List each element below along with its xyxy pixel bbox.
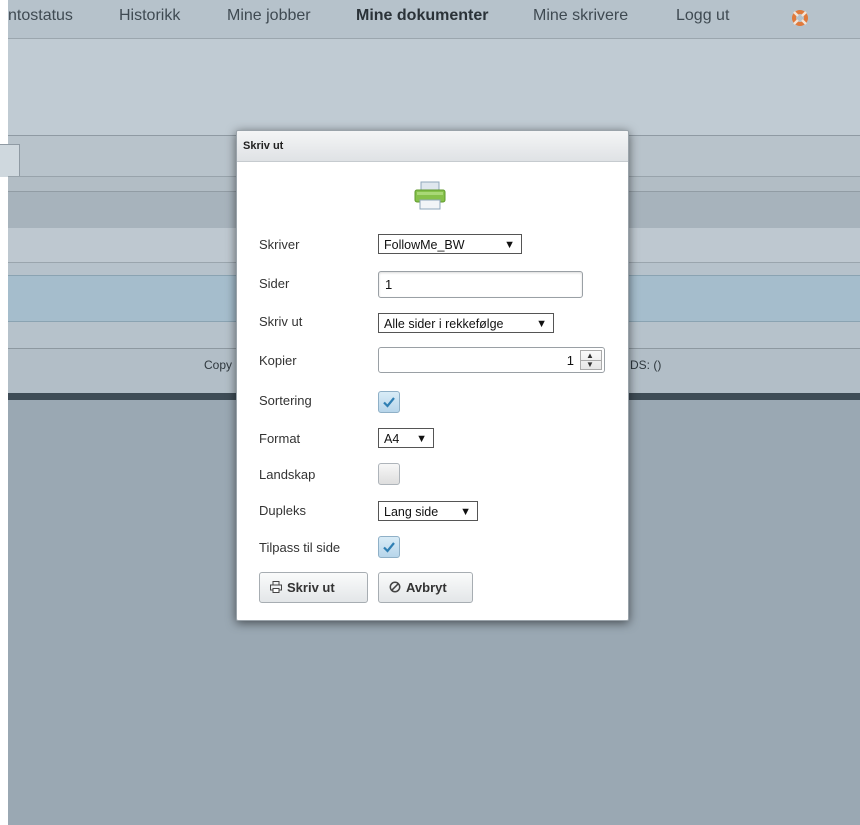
chevron-down-icon: ▼ (416, 433, 427, 445)
printer-icon (414, 181, 446, 210)
dialog-title: Skriv ut (243, 140, 284, 152)
print-mode-label: Skriv ut (259, 314, 303, 329)
landscape-label: Landskap (259, 467, 316, 482)
duplex-label: Dupleks (259, 503, 306, 518)
duplex-select[interactable]: Lang side ▼ (378, 501, 478, 521)
dialog-titlebar[interactable]: Skriv ut (237, 131, 628, 162)
lifebuoy-icon[interactable] (790, 8, 810, 28)
pages-input[interactable]: 1 (378, 271, 583, 298)
ban-icon (389, 581, 401, 593)
nav-item-history[interactable]: Historikk (119, 7, 180, 25)
copies-stepper[interactable]: 1 ▲ ▼ (378, 347, 605, 373)
cancel-button[interactable]: Avbryt (378, 572, 473, 603)
fit-to-page-checkbox[interactable] (378, 536, 400, 558)
format-label: Format (259, 431, 301, 446)
print-button-label: Skriv ut (287, 580, 335, 595)
nav-item-account-status[interactable]: ntostatus (8, 7, 73, 25)
print-mode-select-value: Alle sider i rekkefølge (384, 317, 504, 331)
arrow-up-icon[interactable]: ▲ (586, 352, 594, 360)
printer-select[interactable]: FollowMe_BW ▼ (378, 234, 522, 254)
printer-select-value: FollowMe_BW (384, 238, 465, 252)
top-nav: ntostatus Historikk Mine jobber Mine dok… (8, 0, 860, 39)
copies-label: Kopier (259, 353, 297, 368)
copies-value: 1 (566, 353, 574, 368)
cancel-button-label: Avbryt (406, 580, 447, 595)
print-button[interactable]: Skriv ut (259, 572, 368, 603)
format-select-value: A4 (384, 432, 400, 446)
chevron-down-icon: ▼ (460, 506, 471, 518)
tab-partial[interactable] (0, 144, 20, 177)
printer-label: Skriver (259, 237, 300, 252)
duplex-select-value: Lang side (384, 505, 439, 519)
arrow-down-icon[interactable]: ▼ (586, 361, 594, 369)
footer-version-fragment: DS: () (630, 358, 662, 372)
nav-item-my-printers[interactable]: Mine skrivere (533, 7, 628, 25)
chevron-down-icon: ▼ (536, 318, 547, 330)
header-area (8, 39, 860, 136)
collate-checkbox[interactable] (378, 391, 400, 413)
checkmark-icon (383, 542, 395, 553)
fit-to-page-label: Tilpass til side (259, 540, 341, 555)
copies-spinner[interactable]: ▲ ▼ (580, 350, 602, 370)
chevron-down-icon: ▼ (504, 239, 515, 251)
pages-label: Sider (259, 276, 290, 291)
print-dialog: Skriv ut Skriver FollowMe_BW ▼ Sider 1 S… (236, 130, 629, 621)
nav-item-my-documents[interactable]: Mine dokumenter (356, 7, 488, 25)
footer-copyright-fragment: Copy (204, 358, 233, 372)
print-mode-select[interactable]: Alle sider i rekkefølge ▼ (378, 313, 554, 333)
nav-item-my-jobs[interactable]: Mine jobber (227, 7, 311, 25)
print-icon (270, 581, 282, 593)
nav-item-logout[interactable]: Logg ut (676, 7, 729, 25)
checkmark-icon (383, 397, 395, 408)
collate-label: Sortering (259, 393, 312, 408)
format-select[interactable]: A4 ▼ (378, 428, 434, 448)
landscape-checkbox[interactable] (378, 463, 400, 485)
